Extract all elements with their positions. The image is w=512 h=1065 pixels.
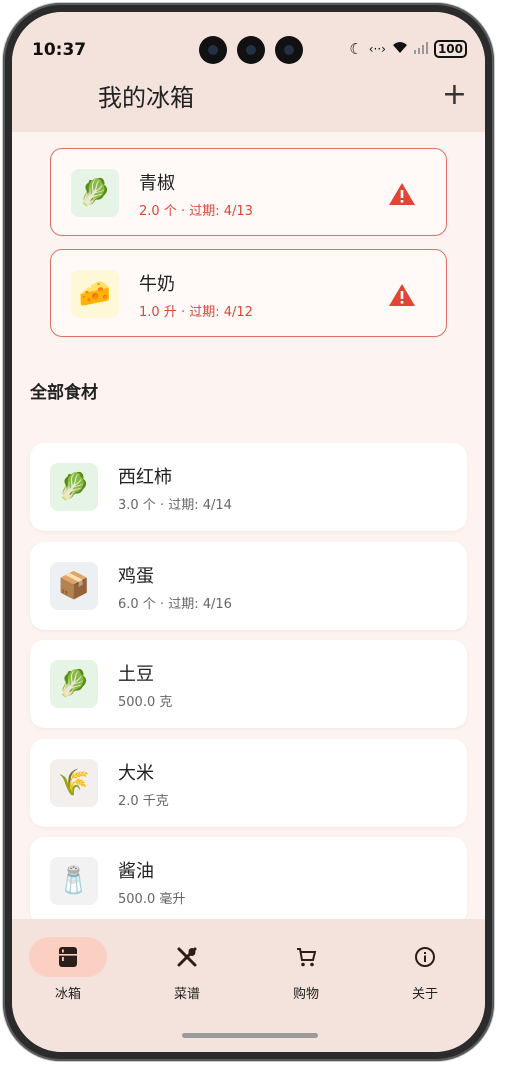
phone-frame: 10:37 ☾ ‹··› 100 我的冰箱 + 🥬 青椒 2.0 个 · 过期:… — [3, 3, 494, 1061]
nav-item-about[interactable]: 关于 — [380, 937, 470, 1002]
nav-label: 购物 — [292, 987, 319, 1002]
ingredient-card[interactable]: 🥬 土豆 500.0 克 — [30, 640, 467, 728]
item-meta: 3.0 个 · 过期: 4/14 — [118, 498, 232, 513]
item-meta: 2.0 千克 — [118, 794, 169, 809]
nav-icon-wrap — [267, 937, 345, 977]
item-meta: 6.0 个 · 过期: 4/16 — [118, 597, 232, 612]
expiring-item-card[interactable]: 🧀 牛奶 1.0 升 · 过期: 4/12 — [50, 249, 447, 337]
moon-icon: ☾ — [349, 40, 363, 58]
screen: 10:37 ☾ ‹··› 100 我的冰箱 + 🥬 青椒 2.0 个 · 过期:… — [12, 12, 485, 1052]
warning-icon — [389, 183, 415, 205]
status-icons: ☾ ‹··› 100 — [349, 40, 467, 58]
item-meta: 500.0 克 — [118, 695, 173, 710]
wifi-icon — [392, 40, 408, 58]
nav-active-indicator — [29, 937, 107, 977]
lettuce-icon: 🥬 — [71, 169, 119, 217]
item-name: 大米 — [118, 763, 154, 784]
ingredient-card[interactable]: 🌾 大米 2.0 千克 — [30, 739, 467, 827]
item-name: 鸡蛋 — [118, 566, 154, 587]
camera-icon — [275, 36, 303, 64]
data-transfer-icon: ‹··› — [368, 42, 386, 56]
battery-icon: 100 — [433, 40, 467, 58]
signal-icon — [413, 40, 428, 58]
nav-item-shopping[interactable]: 购物 — [261, 937, 351, 1002]
nav-item-fridge[interactable]: 冰箱 — [23, 937, 113, 1002]
warning-icon — [389, 284, 415, 306]
package-icon: 📦 — [50, 562, 98, 610]
ingredient-card[interactable]: 🥬 西红柿 3.0 个 · 过期: 4/14 — [30, 443, 467, 531]
camera-cutouts — [199, 36, 303, 64]
nav-label: 冰箱 — [54, 987, 81, 1002]
cart-icon — [297, 948, 317, 967]
rice-icon: 🌾 — [50, 759, 98, 807]
item-meta: 500.0 毫升 — [118, 892, 186, 907]
bottom-navigation: 冰箱 菜谱 购物 关于 — [12, 919, 485, 1052]
ingredient-card[interactable]: 🧂 酱油 500.0 毫升 — [30, 837, 467, 919]
item-name: 西红柿 — [118, 467, 172, 488]
camera-icon — [237, 36, 265, 64]
status-time: 10:37 — [32, 40, 87, 60]
nav-icon-wrap — [148, 937, 226, 977]
salt-shaker-icon: 🧂 — [50, 857, 98, 905]
nav-label: 关于 — [411, 987, 438, 1002]
item-name: 酱油 — [118, 861, 154, 882]
item-name: 青椒 — [139, 173, 175, 194]
utensils-icon — [177, 947, 197, 967]
info-icon — [415, 947, 435, 967]
expiring-item-card[interactable]: 🥬 青椒 2.0 个 · 过期: 4/13 — [50, 148, 447, 236]
nav-item-recipes[interactable]: 菜谱 — [142, 937, 232, 1002]
fridge-icon — [59, 947, 77, 967]
status-bar: 10:37 ☾ ‹··› 100 — [12, 12, 485, 66]
content-scroll[interactable]: 🥬 青椒 2.0 个 · 过期: 4/13 🧀 牛奶 1.0 升 · 过期: 4… — [12, 132, 485, 919]
cheese-icon: 🧀 — [71, 270, 119, 318]
section-title: 全部食材 — [30, 383, 98, 403]
app-bar: 我的冰箱 + — [12, 66, 485, 132]
item-meta: 2.0 个 · 过期: 4/13 — [139, 204, 253, 219]
nav-icon-wrap — [386, 937, 464, 977]
lettuce-icon: 🥬 — [50, 660, 98, 708]
page-title: 我的冰箱 — [98, 84, 194, 112]
item-name: 牛奶 — [139, 274, 175, 295]
camera-icon — [199, 36, 227, 64]
ingredient-card[interactable]: 📦 鸡蛋 6.0 个 · 过期: 4/16 — [30, 542, 467, 630]
lettuce-icon: 🥬 — [50, 463, 98, 511]
nav-label: 菜谱 — [173, 987, 200, 1002]
add-button[interactable]: + — [442, 80, 467, 110]
item-meta: 1.0 升 · 过期: 4/12 — [139, 305, 253, 320]
home-indicator[interactable] — [182, 1033, 318, 1038]
item-name: 土豆 — [118, 664, 154, 685]
